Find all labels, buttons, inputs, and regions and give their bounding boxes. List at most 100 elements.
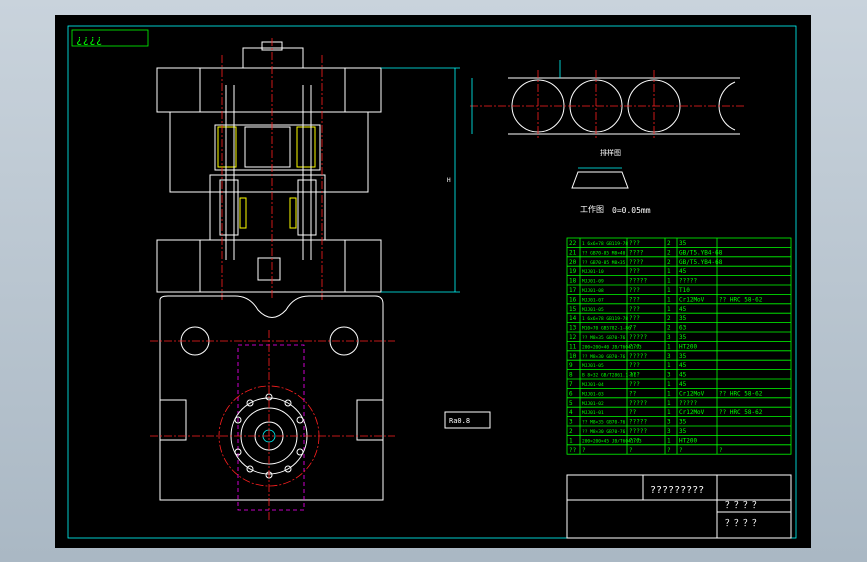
bom-cell-mat: GB/T5.YB4-68 [679,249,723,256]
bom-cell-qty_name: ??? [629,437,640,444]
bom-cell-name: 1 6x6×78 GB119-78 [582,316,628,322]
cad-drawing: ¿¿¿¿ H Ra0.8 排样图 工作图 0=0.05mm 22 1 6x6×7… [55,15,811,548]
bom-cell-qty_name: ??? [629,268,640,275]
bom-cell-mat: 45 [679,381,687,388]
bom-cell-no: 12 [569,334,577,341]
bom-cell-no: 4 [569,409,573,416]
drawing-title: ????????? [650,485,704,496]
bom-cell-qty_name: ?? [629,409,637,416]
bom-cell-qty: 3 [667,419,671,426]
bom-cell-mat: 35 [679,353,687,360]
bom-cell-qty_name: ????? [629,400,647,407]
bom-cell-no: 10 [569,353,577,360]
bom-cell-qty_name: ????? [629,278,647,285]
bom-cell-qty_name: ??? [629,381,640,388]
bom-cell-qty: 1 [667,296,671,303]
bom-cell-name: MJJ01-01 [582,410,604,416]
bom-cell-name: MJJ01-08 [582,288,604,294]
bom-cell-qty: 3 [667,372,671,379]
sign-mark-2: ？？？？ [725,519,761,529]
bom-cell-qty_name: ????? [629,419,647,426]
bom-cell-qty_name: ??? [629,372,640,379]
bom-cell-no: 20 [569,259,577,266]
bom-cell-mat: ????? [679,278,697,285]
bom-cell-mat: Cr12MoV [679,409,705,416]
strip-title: 排样图 [600,148,621,157]
bom-cell-name: M10×70 GB5782-1-86 [582,326,631,332]
bom-cell-qty: 1 [667,381,671,388]
bom-cell-note: ?? HRC 58-62 [719,390,763,397]
bom-cell-qty_name: ??? [629,343,640,350]
bom-cell-qty: 1 [667,343,671,350]
bom-cell-qty: 3 [667,353,671,360]
bom-cell-qty_name: ???? [629,249,644,256]
bom-cell-name: MJJ01-04 [582,382,604,388]
bom-cell-qty: 1 [667,362,671,369]
bom-cell-qty_name: ??? [629,362,640,369]
bom-cell-no: 13 [569,325,577,332]
bom-cell-no: 22 [569,240,577,247]
bom-cell-qty_name: ?? [629,325,637,332]
bom-cell-no: 1 [569,437,573,444]
bom-cell-qty_name: ????? [629,353,647,360]
bom-cell-no: 6 [569,390,573,397]
bom-cell-qty: 1 [667,278,671,285]
sign-mark-1: ？？？？ [725,501,761,511]
bom-cell-qty_name: ????? [629,334,647,341]
bom-header-cell: ? [667,447,671,454]
bom-cell-mat: 35 [679,240,687,247]
bom-cell-name: MJJ01-02 [582,401,604,407]
bom-cell-no: 9 [569,362,573,369]
bom-cell-mat: 45 [679,306,687,313]
bom-cell-qty_name: ??? [629,296,640,303]
bom-cell-qty: 1 [667,287,671,294]
bom-cell-mat: 35 [679,428,687,435]
bom-cell-no: 11 [569,343,577,350]
bom-cell-qty: 2 [667,249,671,256]
bom-header-cell: ?? [569,447,577,454]
bom-cell-qty: 1 [667,437,671,444]
bom-cell-mat: 35 [679,315,687,322]
bom-cell-qty_name: ??? [629,240,640,247]
bom-cell-mat: 45 [679,362,687,369]
bom-cell-no: 3 [569,419,573,426]
bom-header-cell: ? [679,447,683,454]
bom-cell-name: MJJ01-07 [582,297,604,303]
bom-cell-no: 17 [569,287,577,294]
bom-cell-qty: 2 [667,315,671,322]
tolerance: 0=0.05mm [612,206,651,215]
bom-cell-name: ?? M8×30 GB70-76 [582,429,626,435]
bom-cell-qty: 1 [667,268,671,275]
bom-cell-name: MJJ01-05 [582,307,604,313]
bom-cell-name: MJJ01-10 [582,269,604,275]
bom-header-cell: ? [719,447,723,454]
bom-cell-qty: 2 [667,240,671,247]
bom-cell-name: ?? M8×35 GB70-76 [582,420,626,426]
bom-cell-name: MJJ01-05 [582,363,604,369]
bom-cell-no: 19 [569,268,577,275]
section-label: Ra0.8 [449,417,470,425]
drawing-sheet [55,15,811,548]
bom-cell-mat: 35 [679,334,687,341]
bom-cell-name: MJJ01-03 [582,391,604,397]
bom-cell-qty: 1 [667,390,671,397]
bom-cell-name: 1 6x6×78 GB119-78 [582,241,628,247]
bom-cell-note: ?? HRC 58-62 [719,296,763,303]
bom-cell-mat: 45 [679,268,687,275]
bom-header-cell: ? [629,447,633,454]
bom-cell-mat: HT200 [679,437,697,444]
bom-cell-no: 5 [569,400,573,407]
work-label: 工作图 [580,204,604,214]
bom-cell-qty_name: ??? [629,287,640,294]
bom-cell-qty: 2 [667,325,671,332]
bom-cell-mat: T10 [679,287,690,294]
bom-cell-no: 7 [569,381,573,388]
bom-cell-qty: 3 [667,334,671,341]
bom-cell-mat: 35 [679,419,687,426]
bom-cell-qty_name: ?? [629,390,637,397]
bom-cell-no: 8 [569,372,573,379]
bom-cell-no: 15 [569,306,577,313]
bom-cell-no: 14 [569,315,577,322]
bom-cell-name: ?? GB70-85 M8×35 [582,260,626,266]
bom-cell-qty: 3 [667,428,671,435]
